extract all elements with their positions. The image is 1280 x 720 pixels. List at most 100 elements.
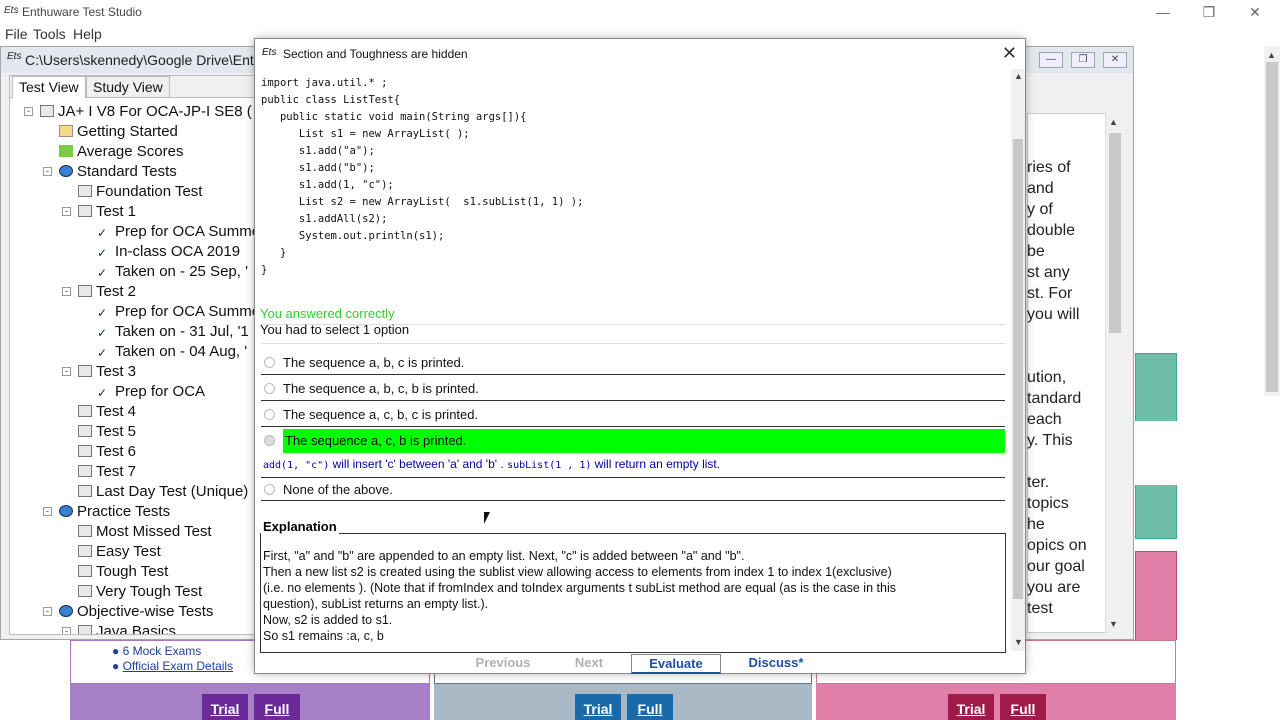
answer-option[interactable]: The sequence a, b, c, b is printed.	[261, 377, 1005, 401]
tree-item[interactable]: ✓ In-class OCA 2019	[97, 242, 240, 262]
collapse-toggle-icon[interactable]: -	[62, 367, 71, 376]
explanation-line: So s1 remains :a, c, b	[263, 629, 384, 643]
test-icon	[78, 205, 92, 217]
tab-study-view[interactable]: Study View	[86, 76, 170, 98]
tree-item[interactable]: ✓ Taken on - 31 Jul, '1	[97, 322, 249, 342]
tree-item[interactable]: ✓ Prep for OCA Summe	[97, 222, 254, 242]
collapse-toggle-icon[interactable]: -	[62, 207, 71, 216]
explanation-line: question), subList returns an empty list…	[263, 597, 489, 611]
tree-item[interactable]: Objective-wise Tests	[59, 602, 213, 622]
tree-item[interactable]: Very Tough Test	[78, 582, 202, 602]
radio-icon[interactable]	[264, 484, 275, 495]
tree-item[interactable]: ✓ Prep for OCA	[97, 382, 205, 402]
tree-item[interactable]: ✓ Prep for OCA Summe	[97, 302, 255, 322]
chart-icon	[59, 145, 73, 157]
tree-item[interactable]: Test 5	[78, 422, 136, 442]
scroll-down-icon[interactable]: ▼	[1109, 619, 1118, 629]
scroll-up-icon[interactable]: ▲	[1267, 50, 1276, 60]
test-icon	[78, 425, 92, 437]
scroll-up-icon[interactable]: ▲	[1014, 71, 1023, 81]
radio-icon[interactable]	[264, 383, 275, 394]
collapse-toggle-icon[interactable]: -	[43, 607, 52, 616]
collapse-toggle-icon[interactable]: -	[43, 507, 52, 516]
radio-icon[interactable]	[264, 357, 275, 368]
menu-help[interactable]: Help	[73, 26, 102, 42]
tree-item[interactable]: Practice Tests	[59, 502, 170, 522]
scroll-thumb[interactable]	[1109, 133, 1121, 333]
done-icon: ✓	[97, 266, 108, 280]
tree-item[interactable]: Test 1	[78, 202, 136, 222]
attempt-icon: ✓	[97, 226, 108, 240]
collapse-toggle-icon[interactable]: -	[43, 167, 52, 176]
attempt-icon: ✓	[97, 386, 108, 400]
next-button[interactable]: Next	[569, 654, 609, 674]
main-scrollbar[interactable]: ▲	[1264, 46, 1280, 396]
pink-card	[1135, 551, 1177, 641]
mock-exams-label: 6 Mock Exams	[122, 644, 202, 658]
tree-item[interactable]: Standard Tests	[59, 162, 177, 182]
menu-file[interactable]: File	[5, 26, 28, 42]
radio-icon[interactable]	[264, 409, 275, 420]
scroll-thumb[interactable]	[1266, 62, 1278, 392]
option-note: add(1, "c") will insert 'c' between 'a' …	[263, 457, 721, 471]
dialog-close-icon[interactable]: ✕	[1002, 43, 1017, 64]
evaluate-button[interactable]: Evaluate	[631, 654, 721, 674]
tab-test-view[interactable]: Test View	[12, 76, 86, 98]
test-icon	[78, 445, 92, 457]
collapse-toggle-icon[interactable]: -	[62, 287, 71, 296]
tree-item[interactable]: Average Scores	[59, 142, 183, 162]
inner-close-icon[interactable]: ✕	[1103, 52, 1127, 68]
full-button[interactable]: Full	[254, 694, 300, 720]
purple-band	[70, 684, 430, 720]
tree-item[interactable]: Easy Test	[78, 542, 161, 562]
tree-item[interactable]: Foundation Test	[78, 182, 202, 202]
done-icon: ✓	[97, 346, 108, 360]
tree-item[interactable]: Most Missed Test	[78, 522, 212, 542]
scroll-thumb[interactable]	[1013, 139, 1023, 599]
tree-item[interactable]: Test 6	[78, 442, 136, 462]
previous-button[interactable]: Previous	[471, 654, 535, 674]
tree-item[interactable]: Last Day Test (Unique)	[78, 482, 248, 502]
inner-restore-icon[interactable]: ❐	[1071, 52, 1095, 68]
answer-option[interactable]: The sequence a, b, c is printed.	[261, 351, 1005, 375]
tree-item-label: Prep for OCA Summe	[115, 303, 255, 320]
java-icon	[40, 105, 54, 117]
tree-item[interactable]: Getting Started	[59, 122, 178, 142]
collapse-toggle-icon[interactable]: -	[62, 627, 71, 634]
tree-item[interactable]: Tough Test	[78, 562, 168, 582]
discuss-button[interactable]: Discuss*	[743, 654, 809, 674]
radio-icon[interactable]	[264, 435, 275, 446]
answer-option[interactable]: The sequence a, c, b, c is printed.	[261, 403, 1005, 427]
trial-button[interactable]: Trial	[575, 694, 621, 720]
tree-item[interactable]: JA+ I V8 For OCA-JP-I SE8 (	[40, 102, 252, 122]
inner-minimize-icon[interactable]: —	[1039, 52, 1063, 68]
tree-item-label: Test 5	[96, 423, 137, 440]
description-scrollbar[interactable]: ▲ ▼	[1105, 113, 1123, 633]
tree-item[interactable]: Test 4	[78, 402, 136, 422]
tree-item[interactable]: Test 3	[78, 362, 136, 382]
answer-option[interactable]: None of the above.	[261, 477, 1005, 501]
tree-item[interactable]: ✓ Taken on - 04 Aug, '	[97, 342, 247, 362]
maximize-icon[interactable]: ❐	[1186, 2, 1232, 22]
dialog-scrollbar[interactable]: ▲ ▼	[1011, 69, 1025, 651]
trial-button[interactable]: Trial	[202, 694, 248, 720]
trial-button[interactable]: Trial	[948, 694, 994, 720]
tree-item[interactable]: ✓ Taken on - 25 Sep, '	[97, 262, 248, 282]
minimize-icon[interactable]: —	[1140, 2, 1186, 22]
full-button[interactable]: Full	[627, 694, 673, 720]
tree-item[interactable]: Test 2	[78, 282, 136, 302]
menu-tools[interactable]: Tools	[33, 26, 66, 42]
tree-item-label: Taken on - 31 Jul, '1	[115, 323, 249, 340]
close-icon[interactable]: ✕	[1232, 2, 1278, 22]
collapse-toggle-icon[interactable]: -	[24, 107, 33, 116]
scroll-down-icon[interactable]: ▼	[1014, 637, 1023, 647]
tree-item[interactable]: Java Basics	[78, 622, 176, 634]
globe-icon	[59, 505, 73, 517]
scroll-up-icon[interactable]: ▲	[1109, 117, 1118, 127]
full-button[interactable]: Full	[1000, 694, 1046, 720]
tree-item-label: Foundation Test	[96, 183, 203, 200]
tree-item[interactable]: Test 7	[78, 462, 136, 482]
official-exam-link[interactable]: Official Exam Details	[123, 659, 233, 673]
answer-option-correct[interactable]: The sequence a, c, b is printed.	[261, 429, 1005, 453]
tree-item-label: Test 2	[96, 283, 137, 300]
